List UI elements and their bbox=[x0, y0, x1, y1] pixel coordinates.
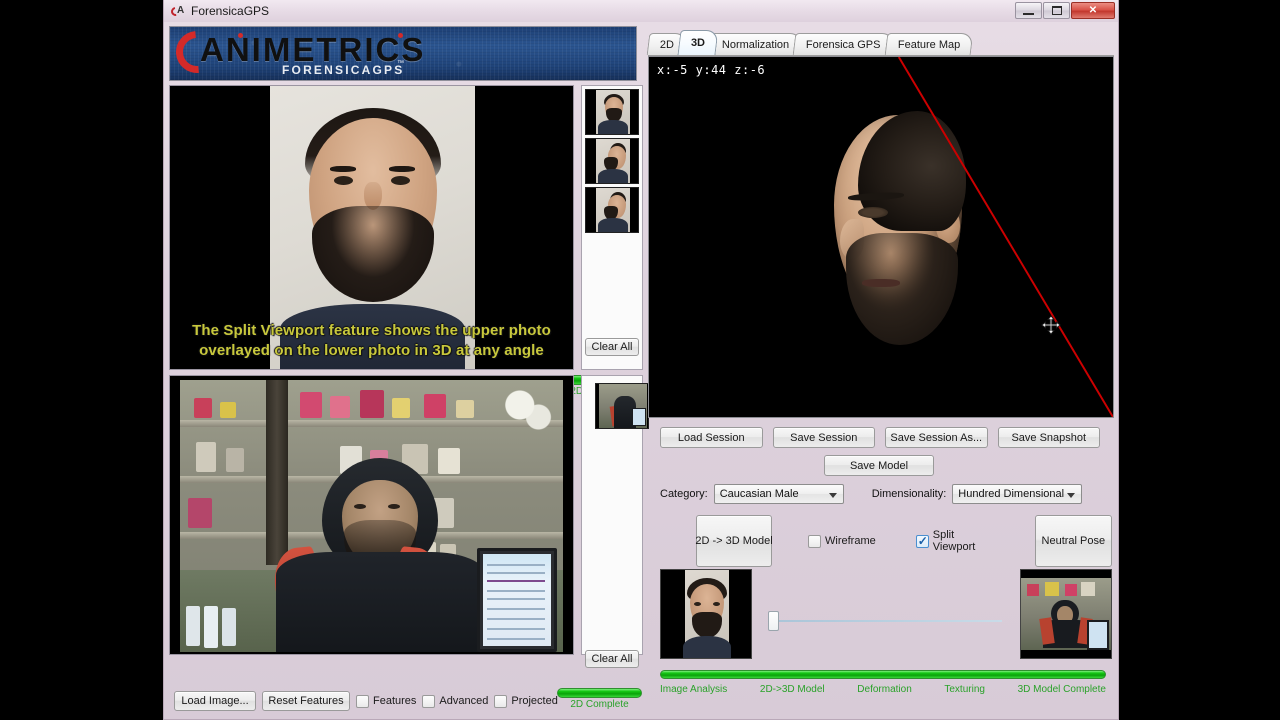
window-controls: ✕ bbox=[1015, 2, 1115, 19]
list-item[interactable] bbox=[585, 138, 639, 184]
clear-all-button-upper[interactable]: Clear All bbox=[585, 338, 639, 356]
coordinate-readout: x:-5 y:44 z:-6 bbox=[657, 63, 766, 77]
progress-bar bbox=[557, 688, 642, 698]
list-item[interactable] bbox=[595, 383, 649, 429]
tab-3d[interactable]: 3D bbox=[677, 30, 719, 55]
title-bar: A ForensicaGPS ✕ bbox=[164, 0, 1118, 22]
lower-controls-bar: Load Image... Reset Features Features Ad… bbox=[174, 688, 644, 712]
projected-checkbox-lower[interactable]: Projected bbox=[494, 694, 558, 708]
tab-label: Normalization bbox=[722, 38, 790, 51]
features-label: Features bbox=[373, 695, 417, 707]
left-column: ANIMETRICS FORENSICAGPS ™ The Split View… bbox=[169, 26, 649, 715]
checkbox-icon[interactable] bbox=[808, 534, 821, 548]
window-title: ForensicaGPS bbox=[191, 4, 270, 18]
progress-label: 2D Complete bbox=[570, 699, 629, 710]
lower-progress: 2D Complete bbox=[557, 688, 642, 710]
neutral-pose-button[interactable]: Neutral Pose bbox=[1034, 515, 1112, 567]
slider-track[interactable] bbox=[768, 620, 1002, 622]
maximize-button[interactable] bbox=[1043, 2, 1070, 19]
category-select[interactable]: Caucasian Male bbox=[713, 484, 844, 504]
tab-normalization[interactable]: Normalization bbox=[708, 33, 803, 55]
lower-thumbnail-strip[interactable] bbox=[581, 375, 649, 655]
wireframe-label: Wireframe bbox=[825, 535, 876, 547]
tab-strip-filler bbox=[965, 54, 1114, 55]
save-session-button[interactable]: Save Session bbox=[772, 427, 875, 448]
stage-2d-to-3d-model: 2D->3D Model bbox=[759, 684, 825, 695]
save-session-as-button[interactable]: Save Session As... bbox=[885, 427, 988, 448]
save-snapshot-button[interactable]: Save Snapshot bbox=[997, 427, 1100, 448]
build-2d-to-3d-button[interactable]: 2D -> 3D Model bbox=[695, 515, 773, 567]
client-area: ANIMETRICS FORENSICAGPS ™ The Split View… bbox=[164, 22, 1118, 719]
stage-3d-model-complete: 3D Model Complete bbox=[1017, 684, 1106, 695]
list-item[interactable] bbox=[585, 187, 639, 233]
split-viewport-label: Split Viewport bbox=[932, 529, 976, 553]
logo-subtitle: FORENSICAGPS bbox=[282, 63, 405, 77]
close-icon[interactable]: ✕ bbox=[1071, 2, 1115, 19]
blend-row bbox=[660, 569, 1112, 661]
dimensionality-label: Dimensionality: bbox=[871, 488, 947, 500]
chevron-down-icon[interactable] bbox=[828, 493, 837, 498]
tab-label: 2D bbox=[659, 38, 675, 51]
upper-thumbnail-strip[interactable] bbox=[581, 85, 643, 370]
features-checkbox-lower[interactable]: Features bbox=[356, 694, 417, 708]
stage-image-analysis: Image Analysis bbox=[660, 684, 728, 695]
chevron-down-icon[interactable] bbox=[1067, 493, 1076, 498]
list-item[interactable] bbox=[585, 89, 639, 135]
logo-dot-icon bbox=[238, 33, 243, 38]
projected-label: Projected bbox=[511, 695, 558, 707]
stage-deformation: Deformation bbox=[857, 684, 912, 695]
model-options-row: Category: Caucasian Male Dimensionality:… bbox=[660, 484, 1110, 504]
stage-texturing: Texturing bbox=[944, 684, 985, 695]
dimensionality-select[interactable]: Hundred Dimensional bbox=[952, 484, 1083, 504]
caption-line-2: overlayed on the lower photo in 3D at an… bbox=[199, 342, 544, 359]
blend-source-image-left[interactable] bbox=[660, 569, 752, 659]
advanced-checkbox-lower[interactable]: Advanced bbox=[422, 694, 489, 708]
right-column: 2D 3D Normalization Forensica GPS Featur… bbox=[646, 22, 1114, 715]
logo-trademark: ™ bbox=[397, 60, 404, 67]
save-model-button[interactable]: Save Model bbox=[824, 455, 934, 476]
category-label: Category: bbox=[660, 488, 708, 500]
session-buttons-row: Load Session Save Session Save Session A… bbox=[660, 427, 1100, 448]
logo-dot-icon bbox=[398, 33, 403, 38]
tab-label: 3D bbox=[691, 37, 706, 49]
animetrics-logo-banner: ANIMETRICS FORENSICAGPS ™ bbox=[169, 26, 637, 81]
tab-label: Forensica GPS bbox=[806, 38, 881, 51]
clear-all-button-lower[interactable]: Clear All bbox=[585, 650, 639, 668]
advanced-label: Advanced bbox=[439, 695, 489, 707]
caption-overlay: The Split Viewport feature shows the upp… bbox=[174, 321, 569, 361]
load-image-button-lower[interactable]: Load Image... bbox=[174, 691, 256, 711]
category-value: Caucasian Male bbox=[719, 488, 799, 500]
load-session-button[interactable]: Load Session bbox=[660, 427, 763, 448]
application-window: A ForensicaGPS ✕ ANIMETRICS FORENSICAGPS… bbox=[163, 0, 1119, 720]
minimize-button[interactable] bbox=[1015, 2, 1042, 19]
tab-strip: 2D 3D Normalization Forensica GPS Featur… bbox=[646, 30, 1114, 56]
reset-features-button-lower[interactable]: Reset Features bbox=[262, 691, 350, 711]
blend-slider[interactable] bbox=[768, 611, 1002, 631]
tab-feature-map[interactable]: Feature Map bbox=[884, 33, 974, 55]
slider-thumb[interactable] bbox=[768, 611, 779, 631]
tab-label: Feature Map bbox=[897, 38, 961, 51]
lower-photo-viewport[interactable] bbox=[169, 375, 574, 655]
3d-model-viewport[interactable]: x:-5 y:44 z:-6 bbox=[648, 56, 1114, 418]
model-build-row: 2D -> 3D Model Wireframe Split Viewport … bbox=[660, 515, 1112, 567]
progress-bar bbox=[660, 670, 1106, 679]
split-viewport-checkbox[interactable]: Split Viewport bbox=[915, 529, 997, 553]
tab-forensica-gps[interactable]: Forensica GPS bbox=[793, 33, 895, 55]
3d-head-model[interactable] bbox=[824, 111, 974, 355]
screen-capture: A ForensicaGPS ✕ ANIMETRICS FORENSICAGPS… bbox=[0, 0, 1280, 720]
wireframe-checkbox[interactable]: Wireframe bbox=[808, 534, 876, 548]
upper-photo-viewport[interactable]: The Split Viewport feature shows the upp… bbox=[169, 85, 574, 370]
checkbox-icon[interactable] bbox=[915, 534, 929, 548]
pipeline-progress: Image Analysis 2D->3D Model Deformation … bbox=[660, 670, 1106, 695]
pipeline-stage-labels: Image Analysis 2D->3D Model Deformation … bbox=[660, 684, 1106, 695]
dimensionality-value: Hundred Dimensional bbox=[958, 488, 1065, 500]
checkbox-icon[interactable] bbox=[356, 694, 369, 708]
checkbox-icon[interactable] bbox=[422, 694, 436, 708]
app-icon: A bbox=[169, 4, 186, 18]
caption-line-1: The Split Viewport feature shows the upp… bbox=[192, 322, 551, 339]
move-cursor-icon bbox=[1041, 315, 1061, 335]
blend-source-image-right[interactable] bbox=[1020, 569, 1112, 659]
checkbox-icon[interactable] bbox=[494, 694, 508, 708]
